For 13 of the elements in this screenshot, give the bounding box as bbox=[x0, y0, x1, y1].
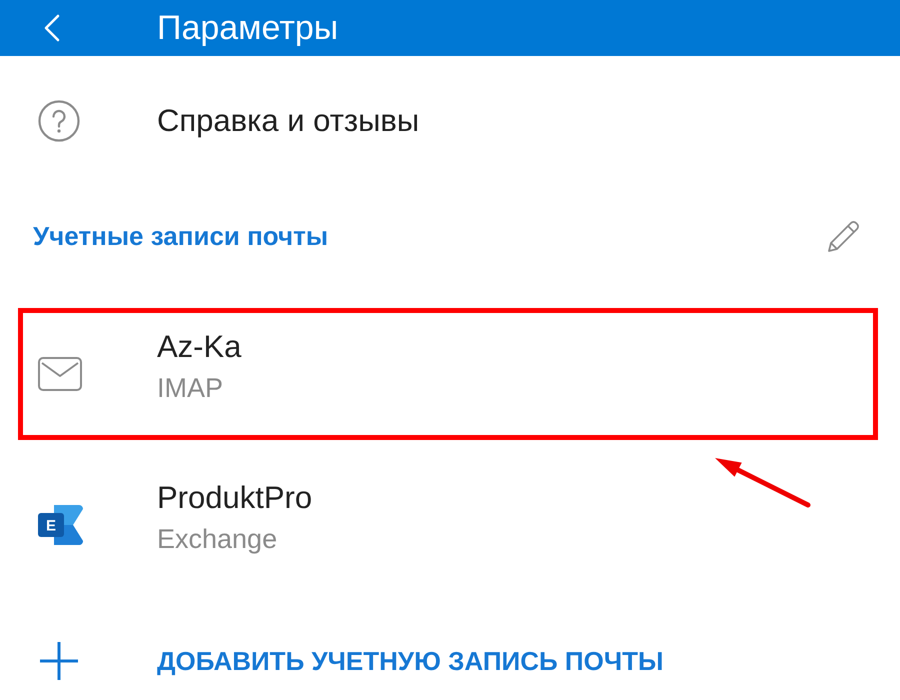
account-name[interactable]: Az-Ka bbox=[157, 326, 242, 368]
help-icon bbox=[38, 100, 80, 142]
plus-icon[interactable] bbox=[40, 642, 78, 680]
add-account-button[interactable]: ДОБАВИТЬ УЧЕТНУЮ ЗАПИСЬ ПОЧТЫ bbox=[157, 644, 664, 678]
menu-item-label[interactable]: Справка и отзывы bbox=[157, 101, 420, 141]
account-name[interactable]: ProduktPro bbox=[157, 477, 312, 519]
section-header: Учетные записи почты bbox=[33, 220, 328, 253]
back-icon[interactable] bbox=[44, 14, 60, 42]
account-type: IMAP bbox=[157, 372, 224, 405]
account-type: Exchange bbox=[157, 523, 278, 556]
envelope-icon bbox=[38, 357, 82, 391]
pencil-icon[interactable] bbox=[826, 218, 862, 254]
screen-title: Параметры bbox=[157, 8, 338, 48]
